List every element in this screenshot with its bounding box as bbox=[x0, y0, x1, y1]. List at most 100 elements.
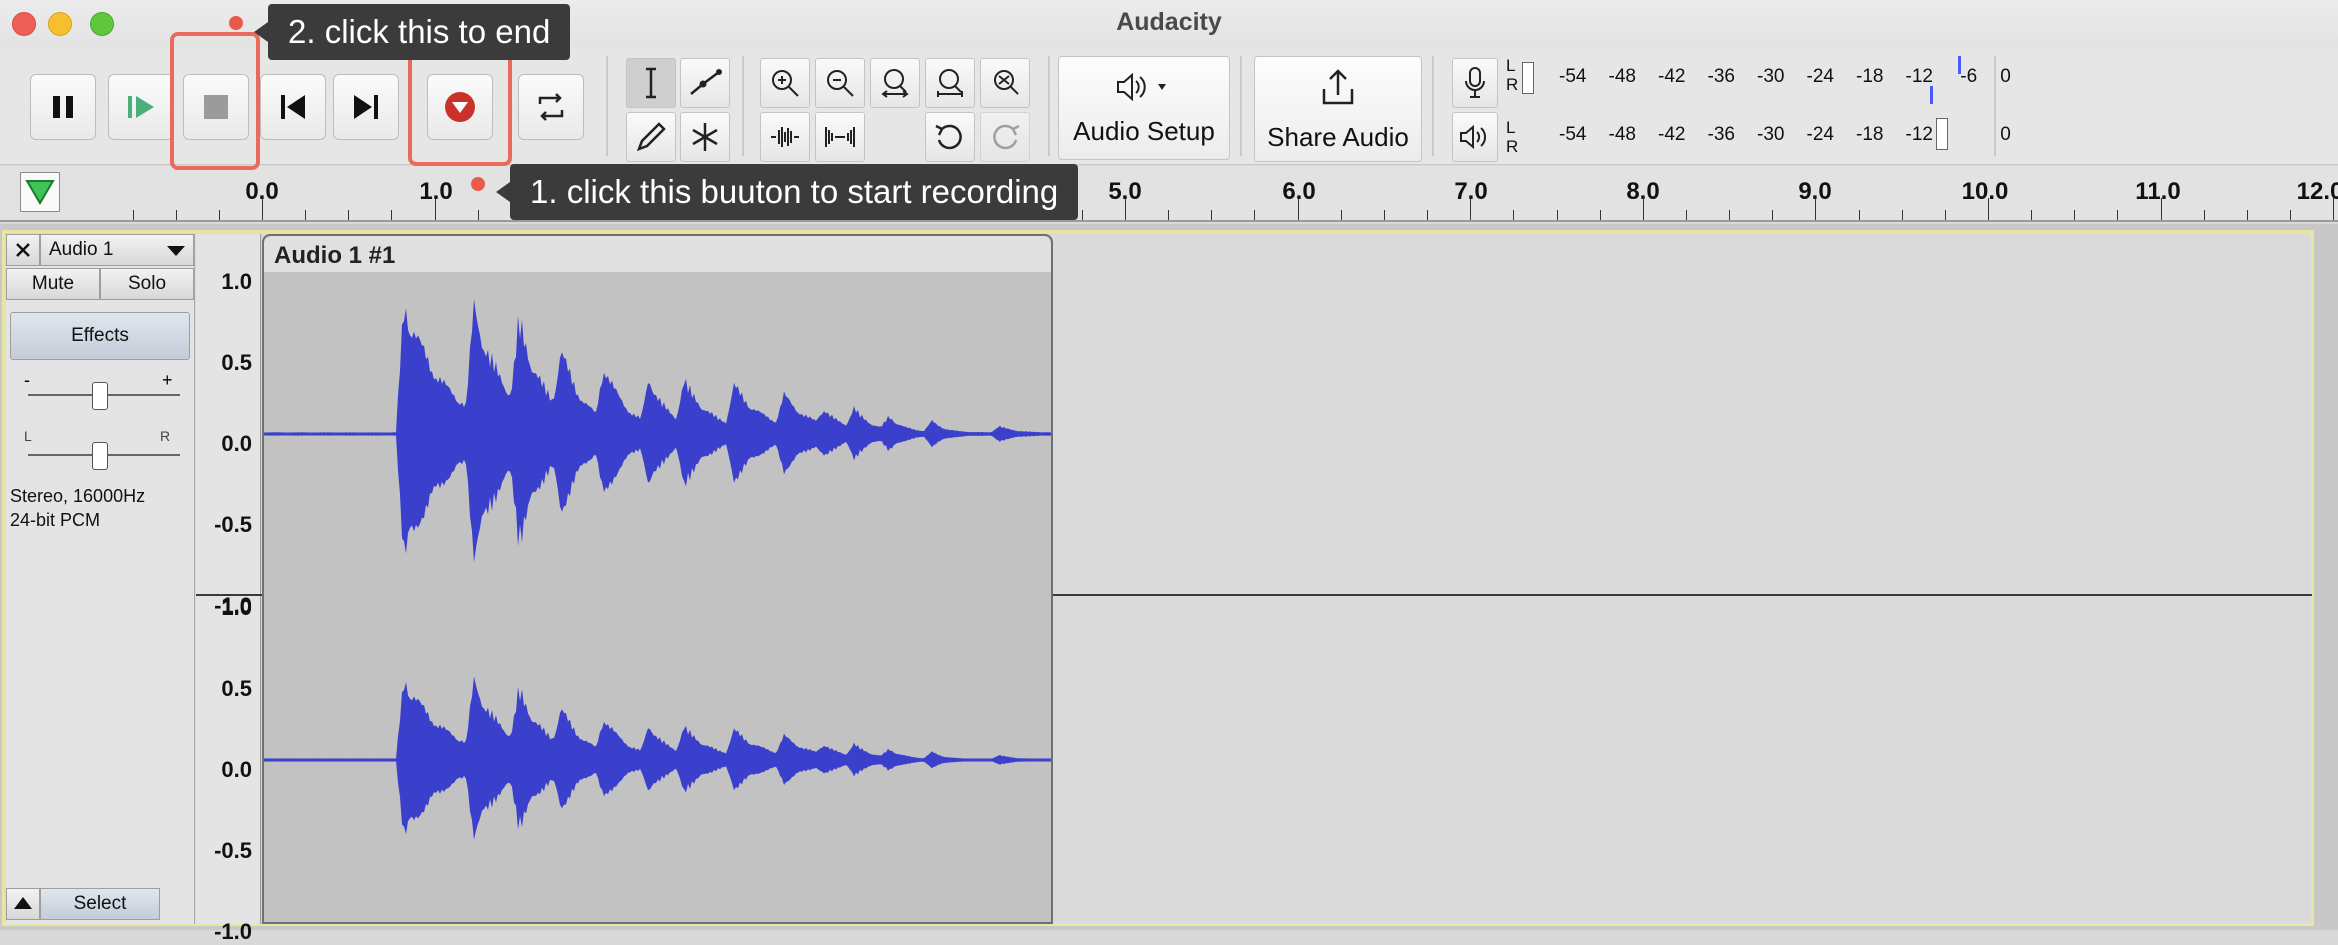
waveform-right-channel bbox=[264, 676, 1051, 840]
ruler-tick bbox=[1902, 210, 1903, 220]
ruler-tick bbox=[1125, 198, 1126, 220]
undo-button[interactable] bbox=[925, 112, 975, 162]
meter-tick: -30 bbox=[1757, 66, 1785, 87]
envelope-icon bbox=[690, 69, 722, 95]
ruler-tick bbox=[2117, 210, 2118, 220]
meter-tick: -12 bbox=[1905, 124, 1933, 145]
meter-tick: 0 bbox=[2000, 66, 2011, 87]
ruler-tick bbox=[1729, 210, 1730, 220]
meter-tick: -54 bbox=[1559, 124, 1587, 145]
ruler-tick bbox=[1859, 210, 1860, 220]
amplitude-label: 1.0 bbox=[221, 595, 252, 620]
collapse-track-button[interactable] bbox=[6, 888, 40, 920]
fit-selection-button[interactable] bbox=[870, 58, 920, 108]
record-level-marker bbox=[1930, 86, 1933, 104]
silence-button[interactable] bbox=[815, 112, 865, 162]
playback-meter-button[interactable] bbox=[1452, 112, 1498, 162]
zoom-in-button[interactable] bbox=[760, 58, 810, 108]
zoom-toggle-button[interactable] bbox=[980, 58, 1030, 108]
select-track-button[interactable]: Select bbox=[40, 888, 160, 920]
draw-tool[interactable] bbox=[626, 112, 676, 162]
ruler-tick bbox=[1686, 210, 1687, 220]
loop-button[interactable] bbox=[518, 74, 584, 140]
timeline-ruler[interactable]: 0.0 1.0 5.0 6.0 7.0 8.0 9.0 10.0 11.0 12.0 bbox=[0, 166, 2338, 222]
share-audio-button[interactable]: Share Audio bbox=[1254, 56, 1422, 162]
toolbar-separator bbox=[1240, 56, 1242, 156]
triangle-up-icon bbox=[14, 897, 32, 909]
clip-header[interactable]: Audio 1 #1 bbox=[264, 236, 1051, 272]
clip-title: Audio 1 #1 bbox=[274, 242, 396, 269]
asterisk-icon bbox=[692, 123, 718, 151]
ruler-tick bbox=[1988, 198, 1989, 220]
ruler-tick bbox=[1945, 210, 1946, 220]
ruler-tick bbox=[1254, 210, 1255, 220]
record-level-slider[interactable] bbox=[1522, 62, 1534, 94]
ruler-tick bbox=[1427, 210, 1428, 220]
meter-tick: -30 bbox=[1757, 124, 1785, 145]
record-meter-button[interactable] bbox=[1452, 58, 1498, 108]
speaker-dropdown-icon bbox=[1117, 72, 1166, 102]
solo-button[interactable]: Solo bbox=[100, 268, 194, 300]
pan-slider-thumb[interactable] bbox=[92, 442, 108, 470]
meter-tick: -24 bbox=[1806, 124, 1834, 145]
skip-to-end-icon bbox=[354, 95, 378, 119]
audio-clip[interactable]: Audio 1 #1 bbox=[262, 234, 1053, 924]
skip-to-start-button[interactable] bbox=[260, 74, 326, 140]
trim-button[interactable] bbox=[760, 112, 810, 162]
undo-icon bbox=[935, 124, 962, 150]
audio-setup-label: Audio Setup bbox=[1073, 116, 1215, 146]
meter-tick: 0 bbox=[2000, 124, 2011, 145]
track-control-panel: Audio 1 Mute Solo Effects - + L R Stereo… bbox=[6, 234, 195, 924]
pause-icon bbox=[53, 96, 73, 118]
toolbar-separator bbox=[1994, 56, 1996, 156]
stop-highlight-box bbox=[170, 32, 260, 170]
record-meter-scale: -54 -48 -42 -36 -30 -24 -18 -12 -6 0 bbox=[1548, 66, 2018, 88]
callout-pointer bbox=[254, 22, 268, 42]
track-menu-button[interactable]: Audio 1 bbox=[40, 234, 194, 266]
meter-tick: -42 bbox=[1658, 124, 1686, 145]
redo-button[interactable] bbox=[980, 112, 1030, 162]
ruler-tick bbox=[2161, 198, 2162, 220]
track-bitdepth-info: 24-bit PCM bbox=[10, 510, 101, 530]
channel-label-right: R bbox=[1506, 137, 1519, 156]
zoom-out-icon bbox=[827, 70, 854, 97]
ruler-tick bbox=[219, 210, 220, 220]
ruler-tick bbox=[2333, 198, 2334, 220]
meter-tick: -24 bbox=[1806, 66, 1834, 87]
fit-project-button[interactable] bbox=[925, 58, 975, 108]
annotation-text-1: 1. click this buuton to start recording bbox=[530, 173, 1059, 210]
skip-to-end-button[interactable] bbox=[333, 74, 399, 140]
multi-tool[interactable] bbox=[680, 112, 730, 162]
toolbar-separator bbox=[606, 56, 608, 156]
record-meter-channels: L R bbox=[1506, 56, 1518, 94]
skip-to-start-icon bbox=[281, 95, 305, 119]
meter-tick: -48 bbox=[1608, 124, 1636, 145]
mute-button[interactable]: Mute bbox=[6, 268, 100, 300]
zoom-out-button[interactable] bbox=[815, 58, 865, 108]
meter-tick: -6 bbox=[1960, 66, 1978, 87]
chevron-down-icon bbox=[167, 246, 185, 256]
ruler-tick bbox=[1772, 210, 1773, 220]
audio-setup-button[interactable]: Audio Setup bbox=[1058, 56, 1230, 160]
playback-meter-channels: L R bbox=[1506, 118, 1518, 156]
close-icon bbox=[16, 243, 30, 257]
ruler-label: 1.0 bbox=[419, 178, 453, 205]
amplitude-label: -1.0 bbox=[214, 919, 252, 944]
ruler-tick bbox=[262, 198, 263, 220]
effects-button[interactable]: Effects bbox=[10, 312, 190, 360]
envelope-tool[interactable] bbox=[680, 58, 730, 108]
track-name: Audio 1 bbox=[49, 239, 114, 260]
ruler-tick bbox=[2204, 210, 2205, 220]
close-track-button[interactable] bbox=[6, 234, 40, 266]
ruler-tick bbox=[1298, 198, 1299, 220]
toolbar-separator bbox=[1432, 56, 1434, 156]
toolbar-separator bbox=[1048, 56, 1050, 156]
timeline-options-button[interactable] bbox=[20, 172, 60, 212]
gain-slider-thumb[interactable] bbox=[92, 382, 108, 410]
pause-button[interactable] bbox=[30, 74, 96, 140]
silence-audio-icon bbox=[825, 127, 855, 147]
ruler-label: 6.0 bbox=[1282, 178, 1316, 205]
selection-tool[interactable] bbox=[626, 58, 676, 108]
play-button[interactable] bbox=[108, 74, 174, 140]
channel-label-right: R bbox=[1506, 75, 1519, 94]
